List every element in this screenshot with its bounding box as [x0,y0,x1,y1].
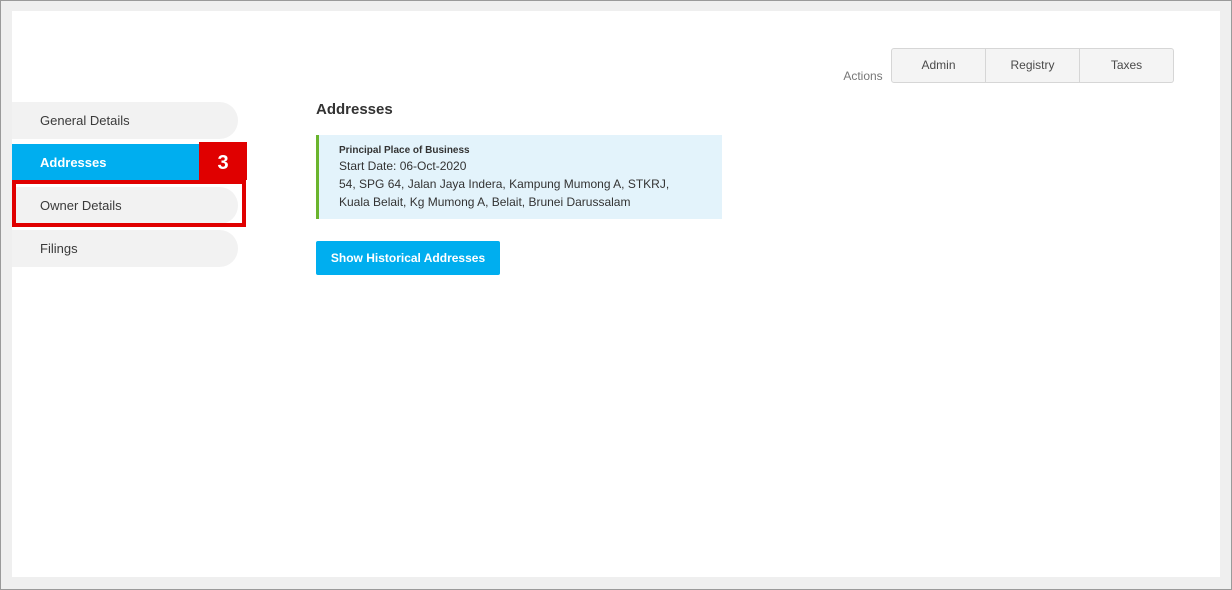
actions-button-group: Admin Registry Taxes [891,48,1174,83]
sidebar-item-filings[interactable]: Filings [12,230,238,267]
owner-details-highlight-box [12,180,246,227]
taxes-button[interactable]: Taxes [1080,48,1174,83]
admin-button[interactable]: Admin [891,48,986,83]
address-start-date: Start Date: 06-Oct-2020 [339,159,467,173]
main-panel: Actions Admin Registry Taxes General Det… [12,11,1220,577]
sidebar-item-general-details[interactable]: General Details [12,102,238,139]
address-type-label: Principal Place of Business [339,145,470,156]
address-line-1: 54, SPG 64, Jalan Jaya Indera, Kampung M… [339,177,670,191]
show-historical-addresses-button[interactable]: Show Historical Addresses [316,241,500,275]
step-number-badge: 3 [199,142,247,180]
registry-button[interactable]: Registry [986,48,1080,83]
window-frame: Actions Admin Registry Taxes General Det… [0,0,1232,590]
actions-label: Actions [843,69,883,83]
address-card: Principal Place of Business Start Date: … [316,135,722,219]
page-title: Addresses [316,101,393,118]
address-line-2: Kuala Belait, Kg Mumong A, Belait, Brune… [339,195,631,209]
sidebar-item-addresses[interactable]: Addresses [12,144,200,181]
